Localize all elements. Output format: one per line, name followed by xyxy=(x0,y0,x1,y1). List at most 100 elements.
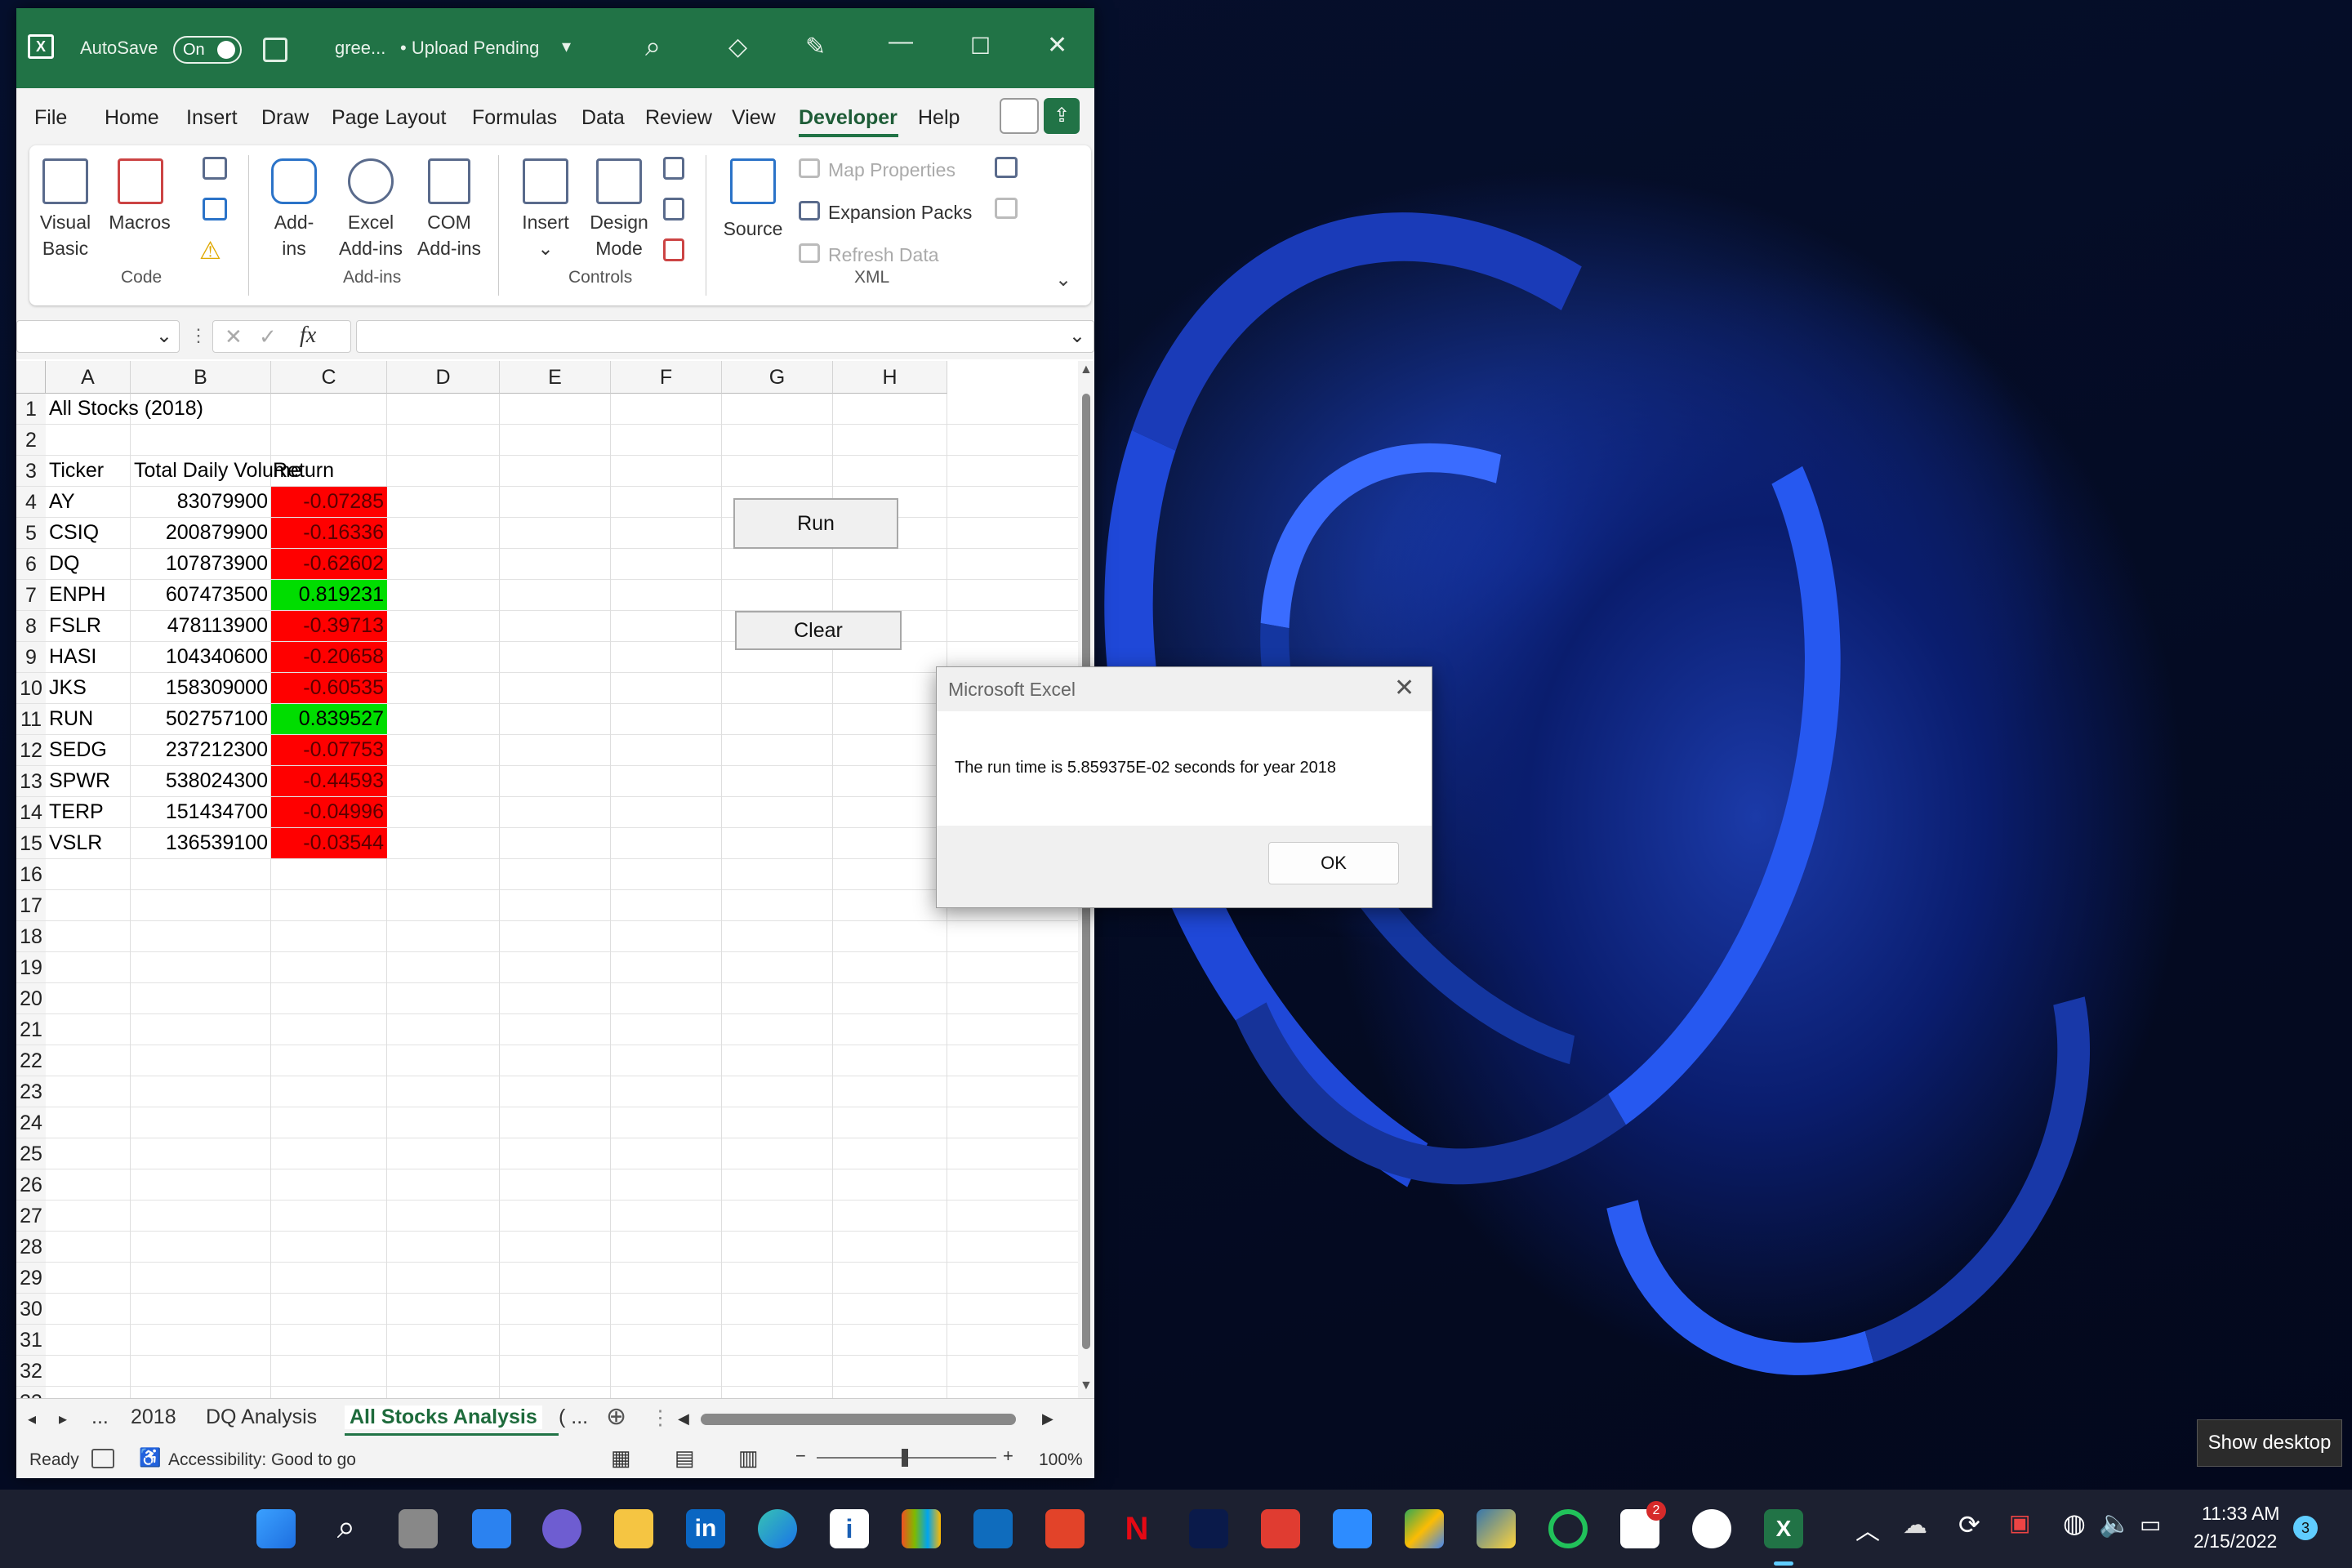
source-button[interactable]: Source xyxy=(719,216,787,242)
sheet-tab-more-right[interactable]: ( ... xyxy=(559,1405,588,1429)
volume-cell[interactable]: 136539100 xyxy=(131,828,271,858)
start-icon[interactable] xyxy=(256,1509,296,1548)
tray-overflow-icon[interactable]: ︿ xyxy=(1855,1511,1880,1547)
tab-split-icon[interactable]: ⋮ xyxy=(650,1405,670,1430)
pen-icon[interactable]: ✎ xyxy=(805,33,826,61)
row-header[interactable]: 16 xyxy=(16,859,46,890)
return-cell[interactable]: 0.839527 xyxy=(271,704,387,734)
clock-date[interactable]: 2/15/2022 xyxy=(2194,1530,2277,1552)
return-cell[interactable]: -0.44593 xyxy=(271,766,387,796)
gitlab-icon[interactable] xyxy=(1045,1509,1085,1548)
row-header[interactable]: 2 xyxy=(16,425,46,456)
sheet-tab-more[interactable]: ... xyxy=(91,1405,109,1429)
insert-function-icon[interactable]: fx xyxy=(300,323,316,349)
volume-cell[interactable]: 607473500 xyxy=(131,580,271,610)
row-header[interactable]: 27 xyxy=(16,1200,46,1232)
tab-help[interactable]: Help xyxy=(918,106,960,130)
tab-formulas[interactable]: Formulas xyxy=(472,106,557,130)
row-header[interactable]: 11 xyxy=(16,704,46,735)
return-cell[interactable]: -0.16336 xyxy=(271,518,387,548)
row-header[interactable]: 7 xyxy=(16,580,46,611)
ticker-cell[interactable]: SEDG xyxy=(49,735,107,765)
prev-sheet-icon[interactable]: ◂ xyxy=(28,1409,36,1429)
ticker-cell[interactable]: CSIQ xyxy=(49,518,99,548)
column-header-b[interactable]: B xyxy=(131,361,271,394)
store-icon[interactable] xyxy=(902,1509,941,1548)
filename[interactable]: gree... xyxy=(335,38,385,59)
autosave-toggle[interactable]: On xyxy=(173,36,242,64)
source-icon[interactable] xyxy=(730,158,776,204)
row-header[interactable]: 29 xyxy=(16,1263,46,1294)
ticker-cell[interactable]: DQ xyxy=(49,549,80,579)
search-icon[interactable]: ⌕ xyxy=(327,1509,366,1548)
row-header[interactable]: 1 xyxy=(16,394,46,425)
cancel-icon[interactable]: ✕ xyxy=(225,324,243,350)
name-box[interactable]: ⌄ xyxy=(16,320,180,353)
app-tray-icon[interactable]: ▣ xyxy=(2009,1509,2030,1536)
row-header[interactable]: 31 xyxy=(16,1325,46,1356)
github-icon[interactable] xyxy=(1692,1509,1731,1548)
header-ticker[interactable]: Ticker xyxy=(49,456,104,486)
macro-security-icon[interactable]: ⚠ xyxy=(199,237,221,265)
row-header[interactable]: 9 xyxy=(16,642,46,673)
chevron-down-icon[interactable]: ⌄ xyxy=(1069,324,1085,348)
volume-cell[interactable]: 237212300 xyxy=(131,735,271,765)
return-cell[interactable]: -0.03544 xyxy=(271,828,387,858)
cell-a1-title[interactable]: All Stocks (2018) xyxy=(49,394,203,424)
save-icon[interactable] xyxy=(263,38,287,62)
maximize-icon[interactable]: ☐ xyxy=(970,33,991,60)
chevron-down-icon[interactable]: ▾ xyxy=(562,36,571,57)
ticker-cell[interactable]: TERP xyxy=(49,797,104,827)
volume-cell[interactable]: 151434700 xyxy=(131,797,271,827)
sheet-tab-dq-analysis[interactable]: DQ Analysis xyxy=(206,1405,317,1429)
ticker-cell[interactable]: RUN xyxy=(49,704,93,734)
com-addins-icon[interactable] xyxy=(428,158,470,204)
sheet-tab-all-stocks-analysis[interactable]: All Stocks Analysis xyxy=(345,1405,542,1429)
row-header[interactable]: 20 xyxy=(16,983,46,1014)
onedrive-icon[interactable]: ☁ xyxy=(1903,1511,1927,1539)
column-header-h[interactable]: H xyxy=(833,361,947,394)
ticker-cell[interactable]: SPWR xyxy=(49,766,110,796)
ticker-cell[interactable]: FSLR xyxy=(49,611,101,641)
ticker-cell[interactable]: ENPH xyxy=(49,580,105,610)
column-header-g[interactable]: G xyxy=(722,361,833,394)
volume-cell[interactable]: 502757100 xyxy=(131,704,271,734)
xml-import-icon[interactable] xyxy=(995,157,1018,178)
row-header[interactable]: 25 xyxy=(16,1138,46,1169)
sheet-tab-2018[interactable]: 2018 xyxy=(131,1405,176,1429)
diamond-icon[interactable]: ◇ xyxy=(728,33,747,61)
close-icon[interactable]: ✕ xyxy=(1047,31,1067,60)
return-cell[interactable]: -0.07753 xyxy=(271,735,387,765)
app-icon[interactable] xyxy=(1261,1509,1300,1548)
teams-chat-icon[interactable] xyxy=(542,1509,581,1548)
hscroll-left-icon[interactable]: ◀ xyxy=(678,1410,689,1428)
zoom-slider[interactable] xyxy=(817,1449,996,1467)
row-header[interactable]: 33 xyxy=(16,1387,46,1398)
volume-cell[interactable]: 104340600 xyxy=(131,642,271,672)
return-cell[interactable]: -0.62602 xyxy=(271,549,387,579)
meet-icon[interactable] xyxy=(1405,1509,1444,1548)
sync-icon[interactable]: ⟳ xyxy=(1958,1509,1980,1540)
chevron-down-icon[interactable]: ⌄ xyxy=(156,324,172,348)
network-icon[interactable]: ◍ xyxy=(2063,1508,2086,1539)
macros-icon[interactable] xyxy=(118,158,163,204)
visual-basic-button[interactable]: Visual Basic xyxy=(36,209,95,261)
row-header[interactable]: 12 xyxy=(16,735,46,766)
tab-home[interactable]: Home xyxy=(105,106,159,130)
properties-icon[interactable] xyxy=(663,157,684,180)
excel-addins-button[interactable]: Excel Add-ins xyxy=(332,209,410,261)
row-header[interactable]: 28 xyxy=(16,1232,46,1263)
page-layout-view-icon[interactable]: ▤ xyxy=(675,1446,695,1471)
ticker-cell[interactable]: HASI xyxy=(49,642,96,672)
zoom-level[interactable]: 100% xyxy=(1039,1450,1083,1470)
worksheet-grid[interactable]: ABCDEFGH 1 2 3 4 5 6 7 8 9 10 11 12 13 14 15 16 17 18 19 20… xyxy=(16,361,1078,1398)
tab-file[interactable]: File xyxy=(34,106,67,130)
tab-page-layout[interactable]: Page Layout xyxy=(332,106,446,130)
com-addins-button[interactable]: COM Add-ins xyxy=(410,209,488,261)
row-header[interactable]: 22 xyxy=(16,1045,46,1076)
collapse-ribbon-icon[interactable]: ⌄ xyxy=(1055,268,1071,292)
volume-cell[interactable]: 158309000 xyxy=(131,673,271,703)
row-header[interactable]: 19 xyxy=(16,952,46,983)
enter-icon[interactable]: ✓ xyxy=(259,324,277,350)
column-header-c[interactable]: C xyxy=(271,361,387,394)
